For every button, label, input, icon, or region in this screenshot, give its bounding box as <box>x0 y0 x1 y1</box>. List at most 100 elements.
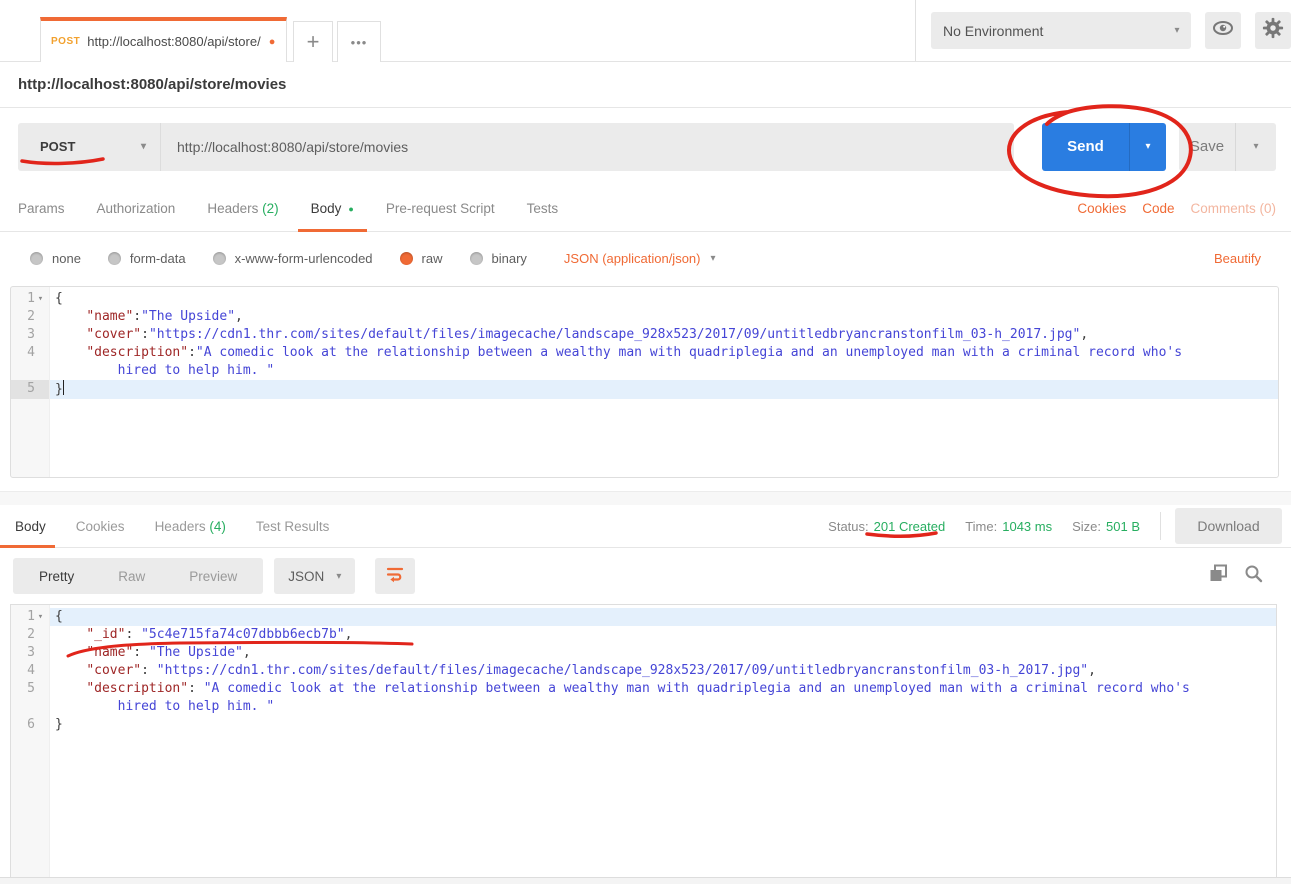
beautify-link[interactable]: Beautify <box>1214 251 1261 266</box>
code-line-content[interactable]: "cover": "https://cdn1.thr.com/sites/def… <box>49 662 1276 680</box>
code-line-content[interactable]: { <box>49 608 1276 626</box>
settings-button[interactable] <box>1255 12 1291 49</box>
tab-tests[interactable]: Tests <box>527 186 559 231</box>
code-line-content[interactable]: "description":"A comedic look at the rel… <box>49 344 1278 362</box>
code-link[interactable]: Code <box>1142 201 1174 216</box>
code-line[interactable]: 3 "name": "The Upside", <box>11 644 1276 662</box>
search-button[interactable] <box>1244 564 1263 588</box>
fold-caret-icon[interactable] <box>35 308 46 326</box>
code-line[interactable]: 2 "_id": "5c4e715fa74c07dbbb6ecb7b", <box>11 626 1276 644</box>
fold-caret-icon[interactable] <box>35 362 46 380</box>
copy-button[interactable] <box>1208 563 1229 589</box>
new-tab-button[interactable]: + <box>293 21 333 62</box>
headers-count-badge: (2) <box>262 201 279 216</box>
response-body-editor[interactable]: 1▾ { 2 "_id": "5c4e715fa74c07dbbb6ecb7b"… <box>10 604 1277 877</box>
fold-caret-icon[interactable]: ▾ <box>35 290 46 308</box>
environment-selector[interactable]: No Environment ▾ <box>931 12 1191 49</box>
response-format-dropdown[interactable]: JSON ▾ <box>274 558 355 594</box>
code-token: { <box>55 291 63 306</box>
radio-icon <box>213 252 226 265</box>
url-input[interactable]: http://localhost:8080/api/store/movies <box>161 123 1014 171</box>
fold-caret-icon[interactable] <box>35 698 46 716</box>
code-token: "A comedic look at the relationship betw… <box>196 345 1182 360</box>
mode-binary-radio[interactable]: binary <box>470 251 527 266</box>
code-line-content[interactable]: hired to help him. " <box>49 362 1278 380</box>
fold-caret-icon[interactable] <box>35 626 46 644</box>
code-line-content[interactable]: "name": "The Upside", <box>49 644 1276 662</box>
mode-raw-radio[interactable]: raw <box>400 251 443 266</box>
response-toolbar: Pretty Raw Preview JSON ▾ <box>0 548 1291 604</box>
time-value: 1043 ms <box>1002 519 1052 534</box>
tab-params[interactable]: Params <box>18 186 65 231</box>
code-token: , <box>345 627 353 642</box>
line-number-gutter: 3 <box>11 326 49 344</box>
request-builder-bar: POST ▾ http://localhost:8080/api/store/m… <box>0 108 1291 185</box>
code-token <box>55 345 86 360</box>
view-tab-preview[interactable]: Preview <box>167 569 259 584</box>
fold-caret-icon[interactable] <box>35 380 46 399</box>
response-tab-cookies[interactable]: Cookies <box>76 506 125 547</box>
fold-caret-icon[interactable] <box>35 662 46 680</box>
save-options-button[interactable]: ▾ <box>1235 123 1276 171</box>
mode-form-data-radio[interactable]: form-data <box>108 251 186 266</box>
save-button[interactable]: Save <box>1179 123 1235 171</box>
code-line[interactable]: 2 "name":"The Upside", <box>11 308 1278 326</box>
response-tab-body[interactable]: Body <box>15 506 46 547</box>
code-line[interactable]: hired to help him. " <box>11 698 1276 716</box>
fold-caret-icon[interactable] <box>35 344 46 362</box>
environment-quicklook-button[interactable] <box>1205 12 1241 49</box>
tab-pre-request-script[interactable]: Pre-request Script <box>386 186 495 231</box>
fold-caret-icon[interactable] <box>35 644 46 662</box>
mode-form-data-label: form-data <box>130 251 186 266</box>
code-line-content[interactable]: } <box>49 716 1276 734</box>
response-meta: Status: 201 Created Time: 1043 ms Size: … <box>828 508 1282 544</box>
request-body-editor[interactable]: 1▾ { 2 "name":"The Upside", 3 "cover":"h… <box>10 286 1279 478</box>
view-tab-pretty[interactable]: Pretty <box>17 569 96 584</box>
code-line-content[interactable]: "cover":"https://cdn1.thr.com/sites/defa… <box>49 326 1278 344</box>
code-line[interactable]: hired to help him. " <box>11 362 1278 380</box>
fold-caret-icon[interactable] <box>35 680 46 698</box>
tab-body[interactable]: Body● <box>311 186 354 231</box>
send-options-button[interactable]: ▾ <box>1129 123 1166 171</box>
wrap-lines-button[interactable] <box>375 558 415 594</box>
response-tab-test-results[interactable]: Test Results <box>256 506 330 547</box>
content-type-dropdown[interactable]: JSON (application/json) ▾ <box>564 251 716 266</box>
code-line[interactable]: 5 } <box>11 380 1278 399</box>
code-line[interactable]: 4 "description":"A comedic look at the r… <box>11 344 1278 362</box>
code-line[interactable]: 1▾ { <box>11 608 1276 626</box>
fold-caret-icon[interactable] <box>35 716 46 734</box>
line-number: 5 <box>21 380 35 399</box>
line-number: 4 <box>21 344 35 362</box>
code-line[interactable]: 4 "cover": "https://cdn1.thr.com/sites/d… <box>11 662 1276 680</box>
time-label: Time: <box>965 519 997 534</box>
tab-headers[interactable]: Headers (2) <box>207 186 278 231</box>
mode-urlencoded-radio[interactable]: x-www-form-urlencoded <box>213 251 373 266</box>
code-line-content[interactable]: "name":"The Upside", <box>49 308 1278 326</box>
code-line-content[interactable]: { <box>49 290 1278 308</box>
line-number: 2 <box>21 626 35 644</box>
tab-options-button[interactable]: ••• <box>337 21 381 62</box>
code-line[interactable]: 6 } <box>11 716 1276 734</box>
code-line-content[interactable]: "description": "A comedic look at the re… <box>49 680 1276 698</box>
method-dropdown[interactable]: POST ▾ <box>18 123 161 171</box>
send-button[interactable]: Send <box>1042 123 1129 171</box>
code-line[interactable]: 3 "cover":"https://cdn1.thr.com/sites/de… <box>11 326 1278 344</box>
fold-caret-icon[interactable] <box>35 326 46 344</box>
code-line[interactable]: 1▾ { <box>11 290 1278 308</box>
download-button[interactable]: Download <box>1175 508 1282 544</box>
cookies-link[interactable]: Cookies <box>1077 201 1126 216</box>
request-title: http://localhost:8080/api/store/movies <box>18 76 286 93</box>
view-tab-raw[interactable]: Raw <box>96 569 167 584</box>
radio-icon <box>108 252 121 265</box>
response-tab-headers[interactable]: Headers (4) <box>155 506 226 547</box>
code-line[interactable]: 5 "description": "A comedic look at the … <box>11 680 1276 698</box>
code-line-content[interactable]: } <box>49 380 1278 399</box>
tab-authorization[interactable]: Authorization <box>97 186 176 231</box>
code-line-content[interactable]: "_id": "5c4e715fa74c07dbbb6ecb7b", <box>49 626 1276 644</box>
line-number: 1 <box>21 290 35 308</box>
mode-none-radio[interactable]: none <box>30 251 81 266</box>
code-line-content[interactable]: hired to help him. " <box>49 698 1276 716</box>
request-tab[interactable]: POST http://localhost:8080/api/store/ ● <box>40 17 287 62</box>
fold-caret-icon[interactable]: ▾ <box>35 608 46 626</box>
comments-link[interactable]: Comments (0) <box>1190 201 1276 216</box>
